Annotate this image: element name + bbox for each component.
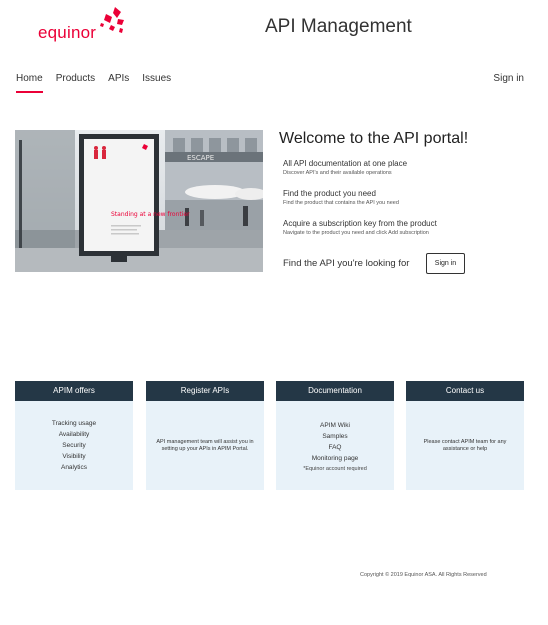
card-apim-offers: APIM offers Tracking usage Availability … (15, 381, 133, 490)
poster-text: Standing at a new frontier (111, 211, 190, 218)
welcome-title: Welcome to the API portal! (279, 130, 469, 147)
equinor-logo[interactable]: equinor (38, 6, 128, 42)
link-samples[interactable]: Samples (322, 431, 347, 442)
card-paragraph: Please contact APIM team for any assista… (423, 438, 507, 452)
storefront-text: ESCAPE (187, 154, 214, 162)
nav-products[interactable]: Products (56, 73, 95, 93)
card-title: Contact us (406, 381, 524, 401)
card-body: Tracking usage Availability Security Vis… (15, 401, 133, 490)
feature-title: Acquire a subscription key from the prod… (283, 219, 437, 228)
equinor-star-icon (100, 7, 124, 33)
feature-documentation: All API documentation at one place Disco… (283, 159, 407, 176)
card-documentation: Documentation APIM Wiki Samples FAQ Moni… (276, 381, 394, 490)
card-contact-us: Contact us Please contact APIM team for … (406, 381, 524, 490)
feature-find-product: Find the product you need Find the produ… (283, 189, 399, 206)
card-body: APIM Wiki Samples FAQ Monitoring page *E… (276, 401, 394, 490)
card-line: Security (62, 442, 86, 449)
link-monitoring-page[interactable]: Monitoring page (312, 453, 359, 464)
hero-image: ESCAPE Standing at a new frontier (15, 130, 263, 272)
feature-title: All API documentation at one place (283, 159, 408, 168)
card-line: Tracking usage (51, 420, 97, 427)
card-note: *Equinor account required (303, 465, 367, 472)
header-signin-link[interactable]: Sign in (493, 73, 524, 84)
feature-subscription: Acquire a subscription key from the prod… (283, 219, 437, 236)
card-line: Analytics (60, 464, 87, 471)
nav-apis[interactable]: APIs (108, 73, 129, 93)
find-api-text: Find the API you're looking for (283, 258, 410, 269)
feature-title: Find the product you need (283, 189, 376, 198)
feature-desc: Find the product that contains the API y… (283, 200, 399, 206)
card-title: APIM offers (15, 381, 133, 401)
card-body: API management team will assist you in s… (146, 401, 264, 490)
nav-home[interactable]: Home (16, 73, 43, 93)
card-title: Documentation (276, 381, 394, 401)
logo-wordmark: equinor (38, 23, 97, 42)
card-body: Please contact APIM team for any assista… (406, 401, 524, 490)
nav-issues[interactable]: Issues (142, 73, 171, 93)
card-paragraph: API management team will assist you in s… (156, 438, 254, 452)
card-line: Availability (58, 431, 90, 438)
card-title: Register APIs (146, 381, 264, 401)
hero-signin-button[interactable]: Sign in (426, 253, 465, 274)
feature-desc: Navigate to the product you need and cli… (283, 230, 429, 236)
site-title: API Management (265, 16, 412, 37)
main-nav: Home Products APIs Issues (16, 73, 184, 93)
link-faq[interactable]: FAQ (328, 442, 341, 453)
card-line: Visibility (62, 453, 86, 460)
copyright-text: Copyright © 2019 Equinor ASA. All Rights… (360, 572, 487, 578)
feature-desc: Discover API's and their available opera… (283, 170, 392, 176)
card-register-apis: Register APIs API management team will a… (146, 381, 264, 490)
link-apim-wiki[interactable]: APIM Wiki (320, 420, 350, 431)
